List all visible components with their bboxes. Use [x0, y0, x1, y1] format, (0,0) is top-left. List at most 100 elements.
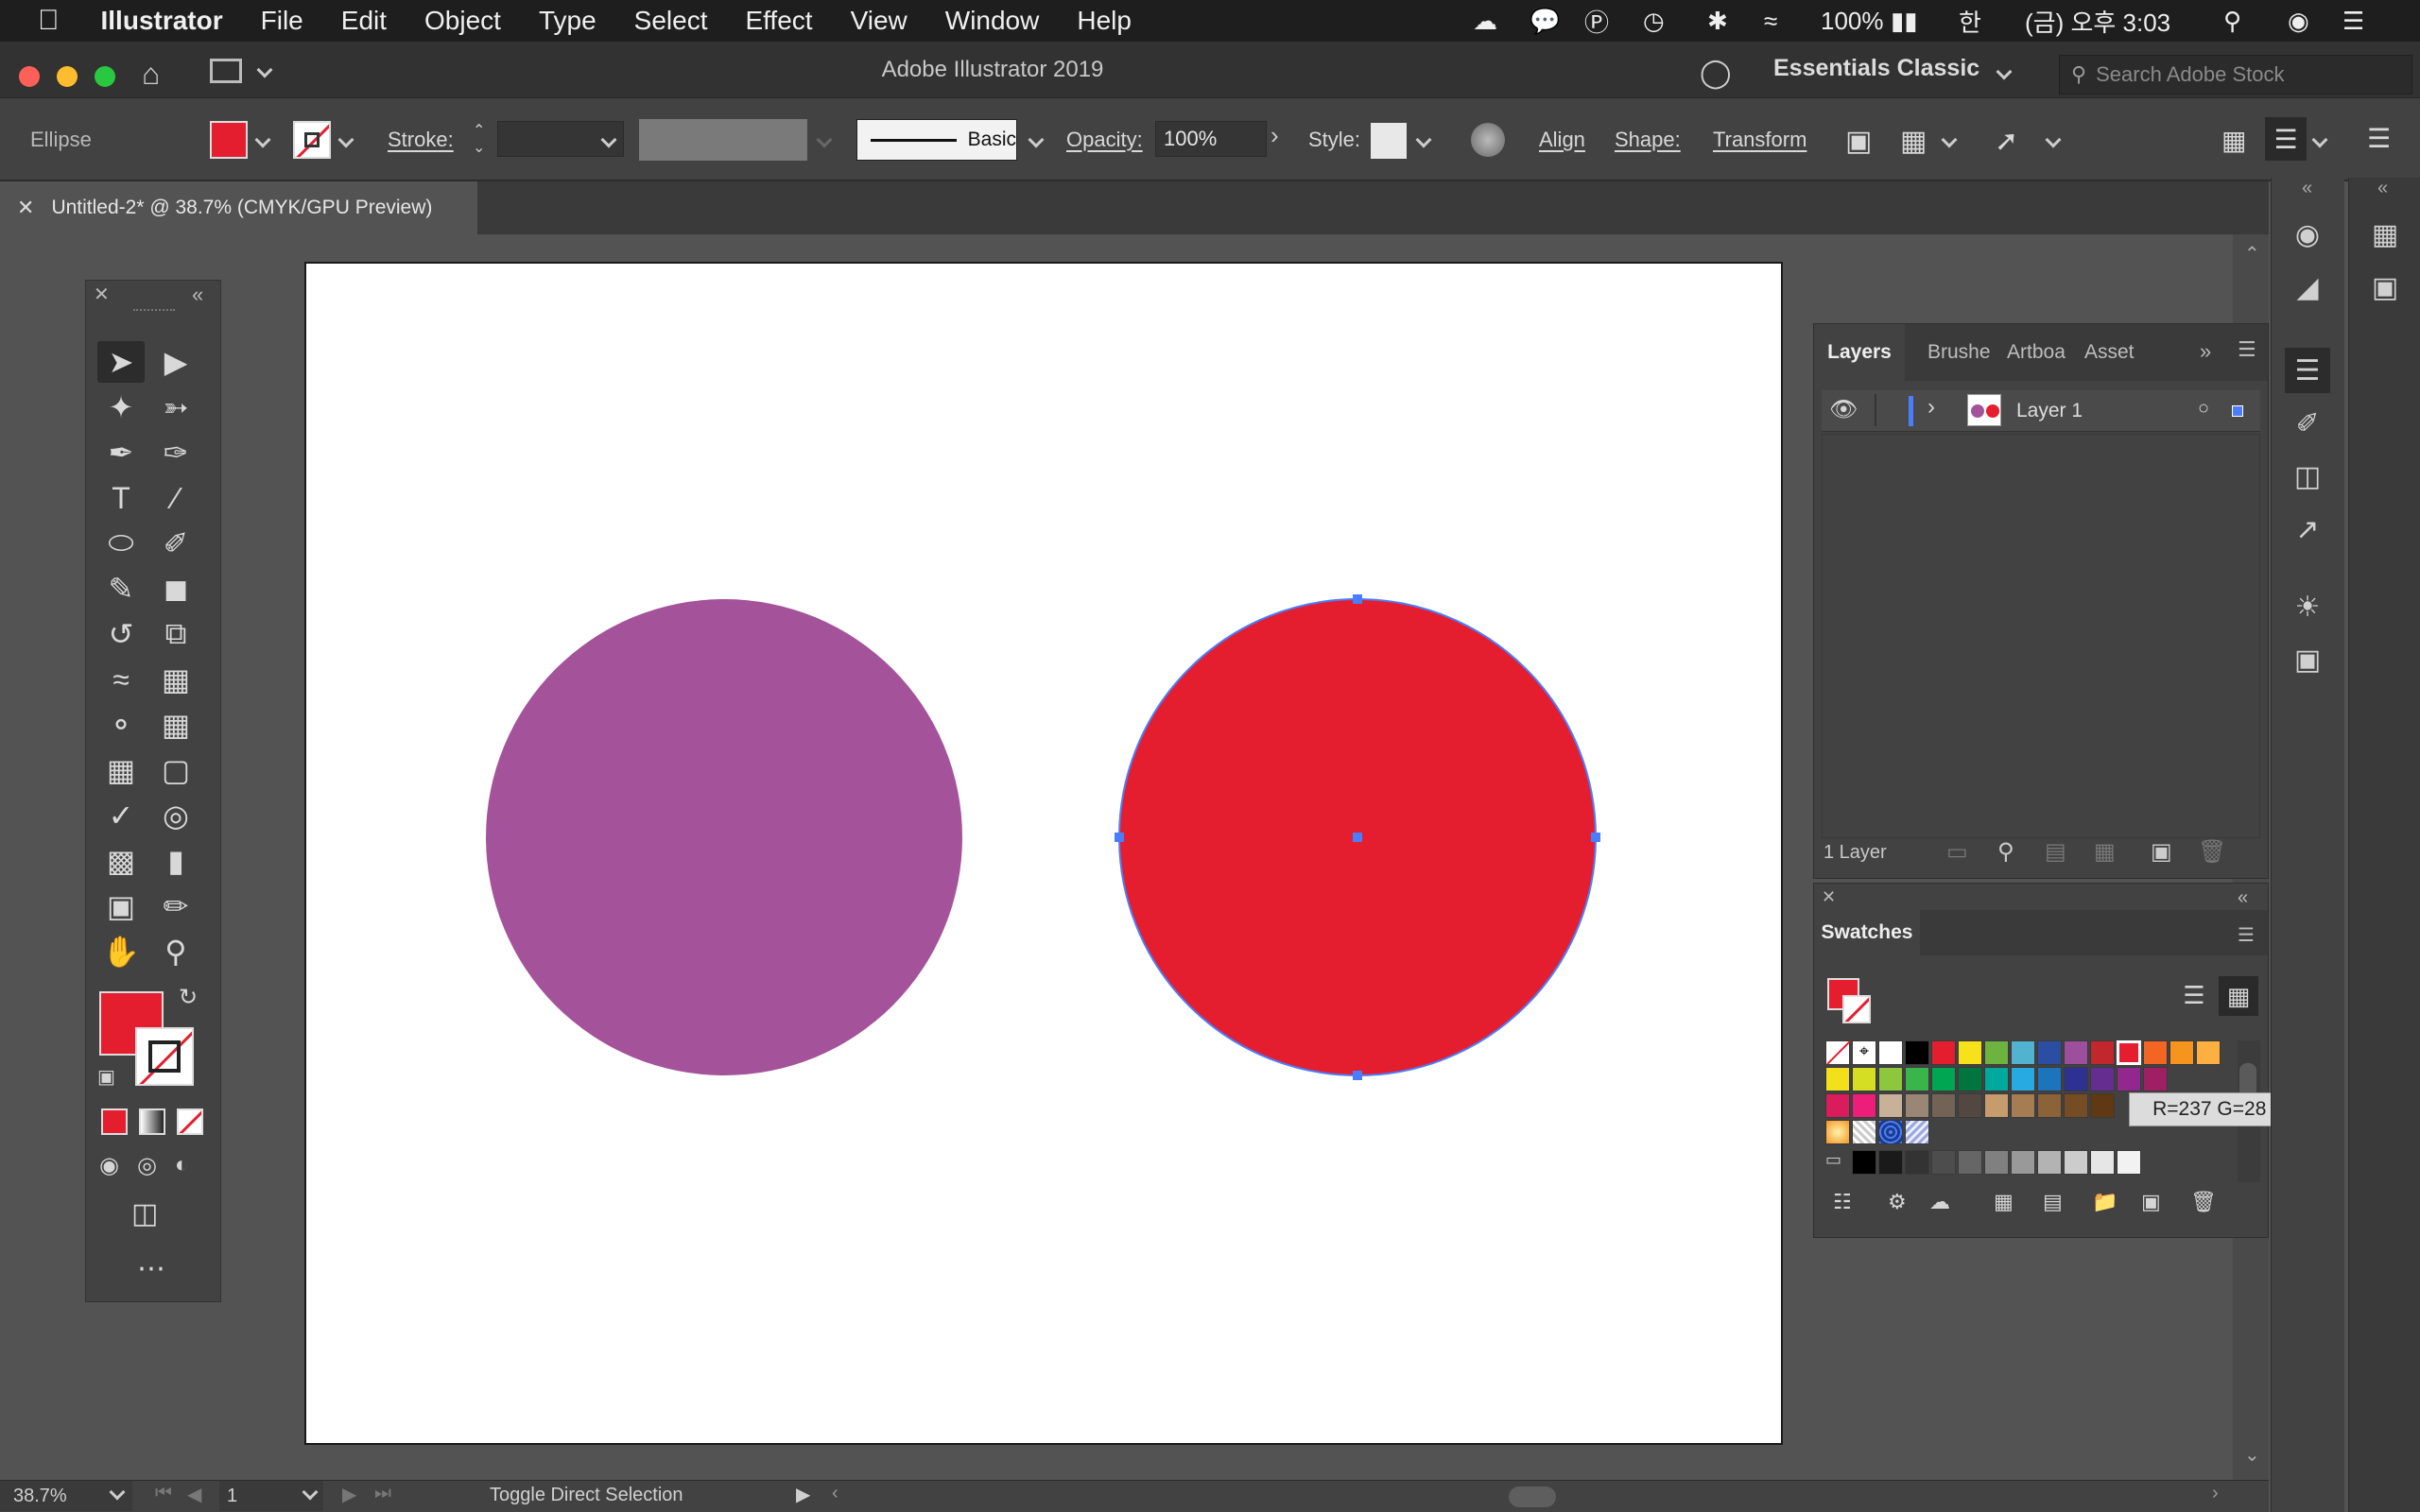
anchor-point-top[interactable]: [1353, 594, 1362, 604]
none-mode-icon[interactable]: [177, 1108, 203, 1135]
expand-layer-icon[interactable]: ›: [1927, 394, 1935, 421]
control-center-icon[interactable]: ☰: [2342, 0, 2364, 42]
shaper-tool-icon[interactable]: ✎: [97, 568, 145, 610]
swatch-options-icon[interactable]: ▤: [2043, 1190, 2063, 1214]
swap-fill-stroke-icon[interactable]: ↻: [179, 984, 198, 1011]
swatch[interactable]: [1878, 1093, 1903, 1118]
variable-width-profile[interactable]: [639, 119, 807, 161]
selection-indicator[interactable]: [2232, 405, 2243, 417]
appearance-panel-icon[interactable]: ☀: [2285, 584, 2330, 629]
swatch-pattern[interactable]: [1905, 1120, 1929, 1144]
scroll-up-icon[interactable]: ⌃: [2244, 242, 2260, 266]
fill-chevron-down-icon[interactable]: [254, 131, 271, 148]
eyedropper-tool-icon[interactable]: ✓: [97, 795, 145, 836]
swatch[interactable]: [1905, 1067, 1929, 1091]
swatch[interactable]: [2090, 1067, 2115, 1091]
select-similar-icon[interactable]: ▦: [1900, 125, 1927, 158]
anchor-point-right[interactable]: [1591, 833, 1600, 842]
swatch[interactable]: [1852, 1150, 1876, 1175]
default-fill-stroke-icon[interactable]: ▣: [97, 1065, 115, 1089]
horizontal-scroll-thumb[interactable]: [1509, 1486, 1556, 1507]
thumbnail-view-icon[interactable]: ▦: [2219, 976, 2258, 1016]
more-tabs-icon[interactable]: »: [2200, 339, 2211, 364]
swatch[interactable]: [1905, 1093, 1929, 1118]
opacity-label[interactable]: Opacity:: [1066, 98, 1143, 181]
artboard[interactable]: [304, 262, 1783, 1445]
color-guide-icon[interactable]: ◢: [2285, 265, 2330, 310]
grid-view-icon[interactable]: ▦: [2221, 125, 2246, 156]
new-swatch-icon[interactable]: ▣: [2141, 1190, 2161, 1214]
swatch[interactable]: [2143, 1067, 2168, 1091]
swatch[interactable]: [1984, 1150, 2009, 1175]
notification-icon[interactable]: 💬: [1530, 0, 1560, 42]
scale-tool-icon[interactable]: ⧉: [152, 613, 199, 655]
swatch[interactable]: [2011, 1093, 2035, 1118]
swatch[interactable]: [2117, 1150, 2141, 1175]
free-transform-tool-icon[interactable]: ▦: [152, 659, 199, 700]
spotlight-search-icon[interactable]: ⚲: [2223, 0, 2241, 42]
swatch[interactable]: [2064, 1093, 2088, 1118]
swatch[interactable]: [1958, 1040, 1982, 1065]
edit-toolbar-icon[interactable]: ⋯: [137, 1252, 167, 1285]
stroke-weight-stepper[interactable]: ⌃ ⌄: [473, 123, 485, 157]
swatch[interactable]: [1905, 1040, 1929, 1065]
gradient-tool-icon[interactable]: ▢: [152, 749, 199, 791]
menu-app-name[interactable]: Illustrator: [101, 6, 223, 36]
delete-swatch-icon[interactable]: 🗑: [2190, 1190, 2217, 1214]
tab-artboards[interactable]: Artboa: [2007, 324, 2066, 381]
draw-normal-icon[interactable]: ◉: [99, 1152, 119, 1179]
opacity-arrow-icon[interactable]: ›: [1270, 121, 1293, 157]
swatch[interactable]: [2037, 1093, 2062, 1118]
pen-tool-icon[interactable]: ✒: [97, 432, 145, 473]
wifi-icon[interactable]: ≈: [1764, 0, 1777, 42]
swatch[interactable]: [1852, 1067, 1876, 1091]
swatch[interactable]: [1825, 1067, 1850, 1091]
swatch[interactable]: [1984, 1040, 2009, 1065]
brush-chevron-down-icon[interactable]: [1028, 131, 1045, 148]
width-tool-icon[interactable]: ≈: [97, 659, 145, 700]
swatch-registration[interactable]: ⌖: [1852, 1040, 1876, 1065]
siri-icon[interactable]: ◉: [2288, 0, 2309, 42]
fill-color-swatch[interactable]: [210, 121, 248, 159]
tab-brushes[interactable]: Brushe: [1927, 324, 1991, 381]
recolor-artwork-icon[interactable]: [1471, 123, 1505, 157]
swatch[interactable]: [2090, 1150, 2115, 1175]
color-group-icon[interactable]: ▦: [1994, 1190, 2014, 1214]
input-method[interactable]: 한: [1959, 0, 1981, 42]
swatches-collapse-icon[interactable]: «: [2238, 887, 2248, 909]
stroke-color-swatch[interactable]: [293, 121, 331, 159]
tab-assets[interactable]: Asset: [2084, 324, 2135, 381]
swatch[interactable]: [2011, 1067, 2035, 1091]
transform-panel-icon[interactable]: ▣: [2285, 637, 2330, 682]
layer-name[interactable]: Layer 1: [2016, 400, 2083, 422]
swatch[interactable]: [1984, 1093, 2009, 1118]
color-mode-icon[interactable]: [101, 1108, 128, 1135]
swatch[interactable]: [1878, 1150, 1903, 1175]
swatch[interactable]: [2011, 1150, 2035, 1175]
brushes-panel-icon[interactable]: ✐: [2285, 401, 2330, 446]
stroke-swatch-large[interactable]: [135, 1027, 194, 1086]
swatch-gradient[interactable]: [1825, 1120, 1850, 1144]
properties-panel-icon[interactable]: ☰: [2265, 117, 2307, 161]
collect-export-icon[interactable]: ▭: [1946, 838, 1968, 866]
swatch[interactable]: [2064, 1150, 2088, 1175]
menu-effect[interactable]: Effect: [745, 6, 812, 36]
apple-icon[interactable]: : [38, 5, 60, 37]
target-circle-icon[interactable]: ○: [2198, 398, 2209, 420]
visibility-eye-icon[interactable]: 👁: [1829, 396, 1858, 423]
swatch[interactable]: [1984, 1067, 2009, 1091]
status-menu-arrow-icon[interactable]: ▶: [796, 1483, 810, 1506]
layers-panel-icon[interactable]: ☰: [2285, 348, 2330, 393]
first-artboard-icon[interactable]: ⏮: [155, 1483, 172, 1504]
swatch[interactable]: [1931, 1150, 1956, 1175]
swatches-close-icon[interactable]: ✕: [1822, 887, 1836, 907]
menu-window[interactable]: Window: [945, 6, 1040, 36]
swatch[interactable]: [2143, 1040, 2168, 1065]
swatch[interactable]: [1825, 1093, 1850, 1118]
swatch[interactable]: [2117, 1067, 2141, 1091]
swatch[interactable]: [2037, 1150, 2062, 1175]
swatch[interactable]: [1852, 1093, 1876, 1118]
transform-link[interactable]: Transform: [1713, 98, 1806, 181]
swatch[interactable]: [1931, 1040, 1956, 1065]
artboard-tool-icon[interactable]: ▣: [97, 885, 145, 927]
